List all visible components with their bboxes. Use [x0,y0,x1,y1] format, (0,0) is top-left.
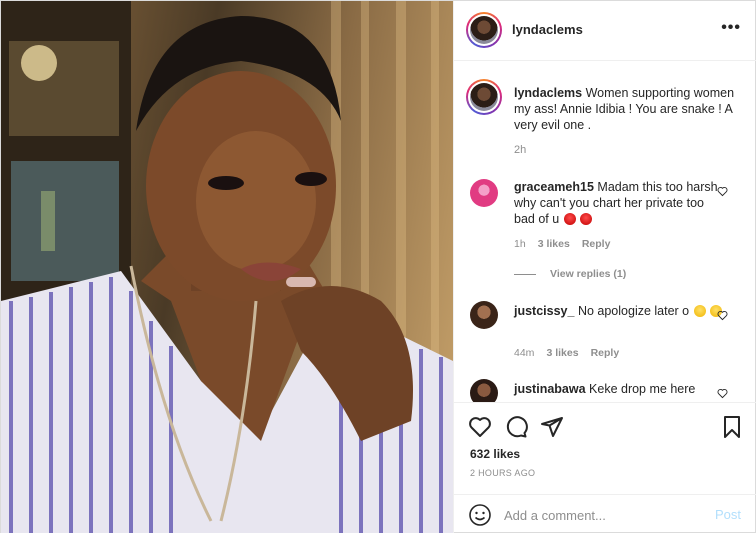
comment-avatar[interactable] [470,301,498,329]
comment-text: justcissy_ No apologize later o [514,303,724,319]
comment-likes[interactable]: 3 likes [546,347,578,359]
post-header: lyndaclems ••• [454,1,756,61]
comment-username[interactable]: graceameh15 [514,180,594,194]
post-comment-button[interactable]: Post [715,507,741,522]
save-bookmark-icon[interactable] [720,415,744,439]
comment-likes[interactable]: 3 likes [538,238,570,250]
caption-time[interactable]: 2h [514,144,526,156]
comment-body: Keke drop me here [589,382,696,396]
comment-time[interactable]: 1h [514,238,526,250]
reply-button[interactable]: Reply [591,347,620,359]
emoji-icon[interactable] [468,503,492,527]
comment-time[interactable]: 44m [514,347,534,359]
comment-input[interactable] [504,505,704,525]
heart-icon[interactable] [717,310,728,321]
like-heart-icon[interactable] [468,415,492,439]
author-avatar[interactable] [466,12,502,48]
portrait-illustration [1,1,453,533]
comment-icon[interactable] [504,415,528,439]
comment-meta: 44m 3 likes Reply [514,347,619,359]
view-replies-label: View replies (1) [550,268,627,280]
comment-avatar[interactable] [470,179,498,207]
post-sidebar: lyndaclems ••• lyndaclems Women supporti… [453,1,756,533]
comment-username[interactable]: justinabawa [514,382,586,396]
comment-meta: 1h 3 likes Reply [514,238,610,250]
like-count[interactable]: 632 likes [470,447,520,461]
angry-face-emoji [563,213,576,225]
post-dialog: lyndaclems ••• lyndaclems Women supporti… [0,0,756,533]
post-photo[interactable] [1,1,453,533]
heart-icon[interactable] [717,388,728,399]
comment-body: No apologize later o [577,304,690,318]
view-replies-button[interactable]: View replies (1) [514,268,626,280]
laughing-face-emoji [693,305,706,317]
post-timestamp[interactable]: 2 HOURS AGO [470,468,535,478]
caption-username[interactable]: lyndaclems [514,86,582,100]
comment-text: justinabawa Keke drop me here [514,381,724,397]
more-horizontal-icon[interactable]: ••• [721,19,741,37]
caption-avatar[interactable] [466,79,502,115]
comment-text: graceameh15 Madam this too harsh why can… [514,179,724,227]
author-username[interactable]: lyndaclems [512,22,583,37]
caption: lyndaclems Women supporting women my ass… [514,85,736,133]
comment-username[interactable]: justcissy_ [514,304,574,318]
heart-icon[interactable] [717,186,728,197]
angry-face-emoji [580,213,593,225]
post-actions: 632 likes 2 HOURS AGO [454,402,756,494]
comments-list[interactable]: lyndaclems Women supporting women my ass… [454,61,756,402]
reply-button[interactable]: Reply [582,238,611,250]
share-icon[interactable] [540,415,564,439]
comment-avatar[interactable] [470,379,498,402]
comment-composer: Post [454,494,756,533]
